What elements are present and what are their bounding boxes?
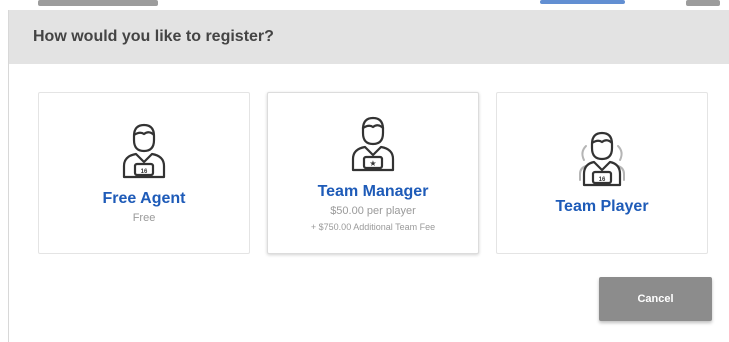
team-manager-icon: ★ — [351, 116, 395, 171]
option-title: Free Agent — [102, 190, 186, 207]
option-free-agent[interactable]: 16 Free Agent Free — [38, 92, 250, 254]
option-team-player[interactable]: 16 Team Player — [496, 92, 708, 254]
option-subtitle: Free — [132, 212, 156, 224]
background-text — [686, 0, 720, 6]
register-modal: How would you like to register? 16 Free … — [8, 10, 729, 342]
background-page — [0, 0, 729, 10]
background-text — [38, 0, 158, 6]
registration-options: 16 Free Agent Free ★ Team Manager $50.00… — [38, 92, 708, 254]
cancel-button[interactable]: Cancel — [599, 277, 712, 321]
svg-text:16: 16 — [141, 169, 148, 175]
modal-title: How would you like to register? — [33, 28, 274, 45]
option-title: Team Manager — [317, 182, 429, 200]
free-agent-icon: 16 — [122, 123, 166, 179]
option-fee-note: + $750.00 Additional Team Fee — [310, 221, 436, 232]
team-player-icon: 16 — [579, 131, 625, 187]
background-link — [540, 0, 625, 4]
option-price: $50.00 per player — [330, 204, 416, 217]
svg-text:16: 16 — [599, 177, 606, 183]
option-title: Team Player — [555, 198, 649, 215]
svg-text:★: ★ — [369, 159, 376, 168]
option-team-manager[interactable]: ★ Team Manager $50.00 per player + $750.… — [267, 92, 479, 254]
modal-header: How would you like to register? — [9, 10, 729, 64]
